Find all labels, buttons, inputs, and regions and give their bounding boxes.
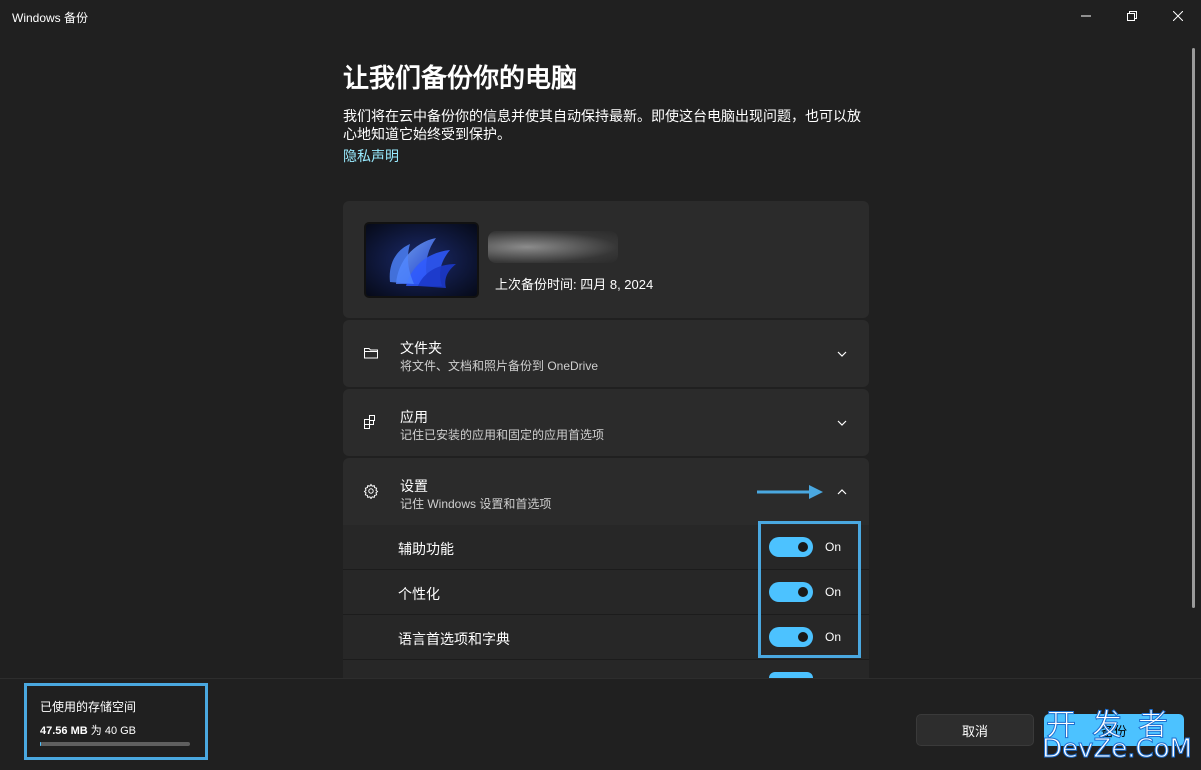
close-button[interactable] [1155,0,1201,32]
storage-title: 已使用的存储空间 [40,700,137,714]
annotation-highlight-box [758,521,861,658]
chevron-down-icon[interactable] [836,348,848,360]
minimize-icon [1081,15,1091,17]
scrollbar[interactable] [1192,48,1195,608]
setting-label: 语言首选项和字典 [398,631,510,647]
section-subtitle: 将文件、文档和照片备份到 OneDrive [400,359,599,373]
storage-used-value: 47.56 MB [40,725,88,737]
storage-total-value: 40 GB [104,725,137,737]
window-title: Windows 备份 [12,11,89,25]
folder-icon [364,348,378,359]
close-icon [1173,11,1183,21]
restore-icon [1127,11,1137,21]
gear-icon [363,483,379,499]
minimize-button[interactable] [1063,0,1109,32]
watermark-line2: DevZe.CoM [1042,734,1193,765]
watermark-logo: 开发者 DevZe.CoM [1040,700,1196,766]
chevron-up-icon[interactable] [836,486,848,498]
apps-section[interactable]: 应用 记住已安装的应用和固定的应用首选项 [343,389,869,456]
storage-used-text: 47.56 MB 为 40 GB [40,722,136,738]
page-title: 让我们备份你的电脑 [343,63,578,93]
page-description: 我们将在云中备份你的信息并使其自动保持最新。即使这台电脑出现问题，也可以放心地知… [343,108,861,142]
setting-label: 辅助功能 [398,541,454,557]
section-subtitle: 记住 Windows 设置和首选项 [400,497,552,511]
storage-usage-panel: 已使用的存储空间 47.56 MB 为 40 GB [24,683,208,760]
apps-icon [364,415,375,429]
section-title: 设置 [400,478,428,494]
last-backup-time: 上次备份时间: 四月 8, 2024 [495,277,654,292]
device-wallpaper-thumbnail [364,222,479,298]
storage-separator: 为 [90,725,102,737]
device-card: 上次备份时间: 四月 8, 2024 [343,201,869,318]
section-title: 应用 [400,409,428,425]
chevron-down-icon[interactable] [836,417,848,429]
restore-button[interactable] [1109,0,1155,32]
title-bar: Windows 备份 [0,0,1201,32]
device-name-blurred [488,231,618,263]
setting-label: 个性化 [398,586,440,602]
bloom-wallpaper-image [366,224,477,296]
section-subtitle: 记住已安装的应用和固定的应用首选项 [400,428,605,442]
cancel-button[interactable]: 取消 [916,714,1034,746]
section-title: 文件夹 [400,340,442,356]
folders-section[interactable]: 文件夹 将文件、文档和照片备份到 OneDrive [343,320,869,387]
privacy-statement-link[interactable]: 隐私声明 [343,146,399,166]
storage-progress-bar [40,742,190,746]
annotation-arrow-icon [757,485,823,499]
